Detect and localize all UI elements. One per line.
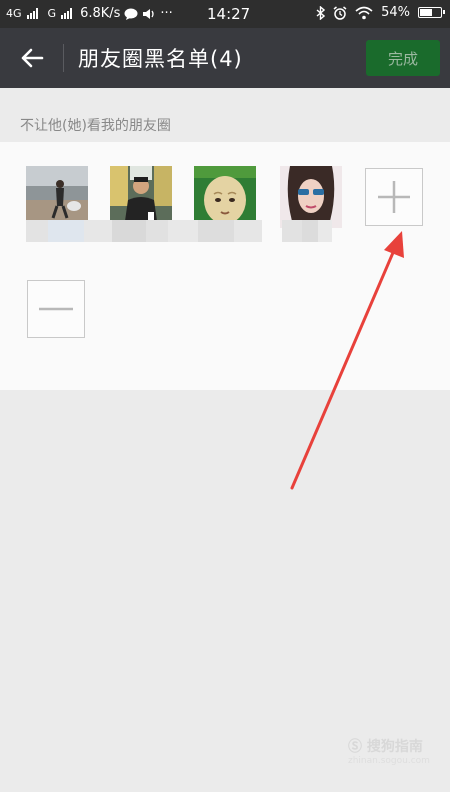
- signal-icon: [26, 8, 38, 19]
- back-button[interactable]: [14, 42, 50, 74]
- bluetooth-icon: [316, 5, 326, 20]
- page-title: 朋友圈黑名单(4): [78, 47, 243, 71]
- done-button[interactable]: 完成: [366, 40, 440, 76]
- plus-icon: [378, 181, 410, 213]
- minus-icon: [39, 307, 73, 311]
- add-member-button[interactable]: [365, 168, 423, 226]
- battery-icon: [418, 7, 445, 18]
- name-redaction: [282, 220, 332, 242]
- battery-percent: 54%: [381, 5, 410, 20]
- avatar: [26, 166, 88, 228]
- network-4g-label: 4G: [6, 7, 22, 20]
- wifi-icon: [355, 6, 373, 19]
- back-arrow-icon: [21, 48, 44, 68]
- chat-bubble-icon: [124, 8, 138, 20]
- name-redaction: [26, 220, 262, 242]
- more-dots: ···: [160, 6, 173, 21]
- blacklist-grid: [0, 142, 450, 390]
- watermark-text: 搜狗指南: [366, 739, 423, 755]
- remove-member-button[interactable]: [27, 280, 85, 338]
- title-divider: [63, 44, 64, 72]
- battery-level: [420, 9, 432, 16]
- title-bar: 朋友圈黑名单(4) 完成: [0, 28, 450, 88]
- volume-icon: [143, 8, 155, 19]
- section-header: 不让他(她)看我的朋友圈: [20, 118, 171, 134]
- clock: 14:27: [207, 5, 251, 23]
- watermark-logo: Ⓢ 搜狗指南: [348, 739, 423, 755]
- alarm-icon: [333, 5, 347, 20]
- signal-icon: [61, 8, 73, 19]
- avatar: [110, 166, 172, 228]
- watermark-url: zhinan.sogou.com: [348, 756, 430, 766]
- network-speed: 6.8K/s: [80, 6, 121, 21]
- network-g-label: G: [47, 7, 57, 20]
- avatar: [280, 166, 342, 228]
- avatar: [194, 166, 256, 228]
- status-bar: 4G G 6.8K/s ··· 14:27 54%: [0, 0, 450, 28]
